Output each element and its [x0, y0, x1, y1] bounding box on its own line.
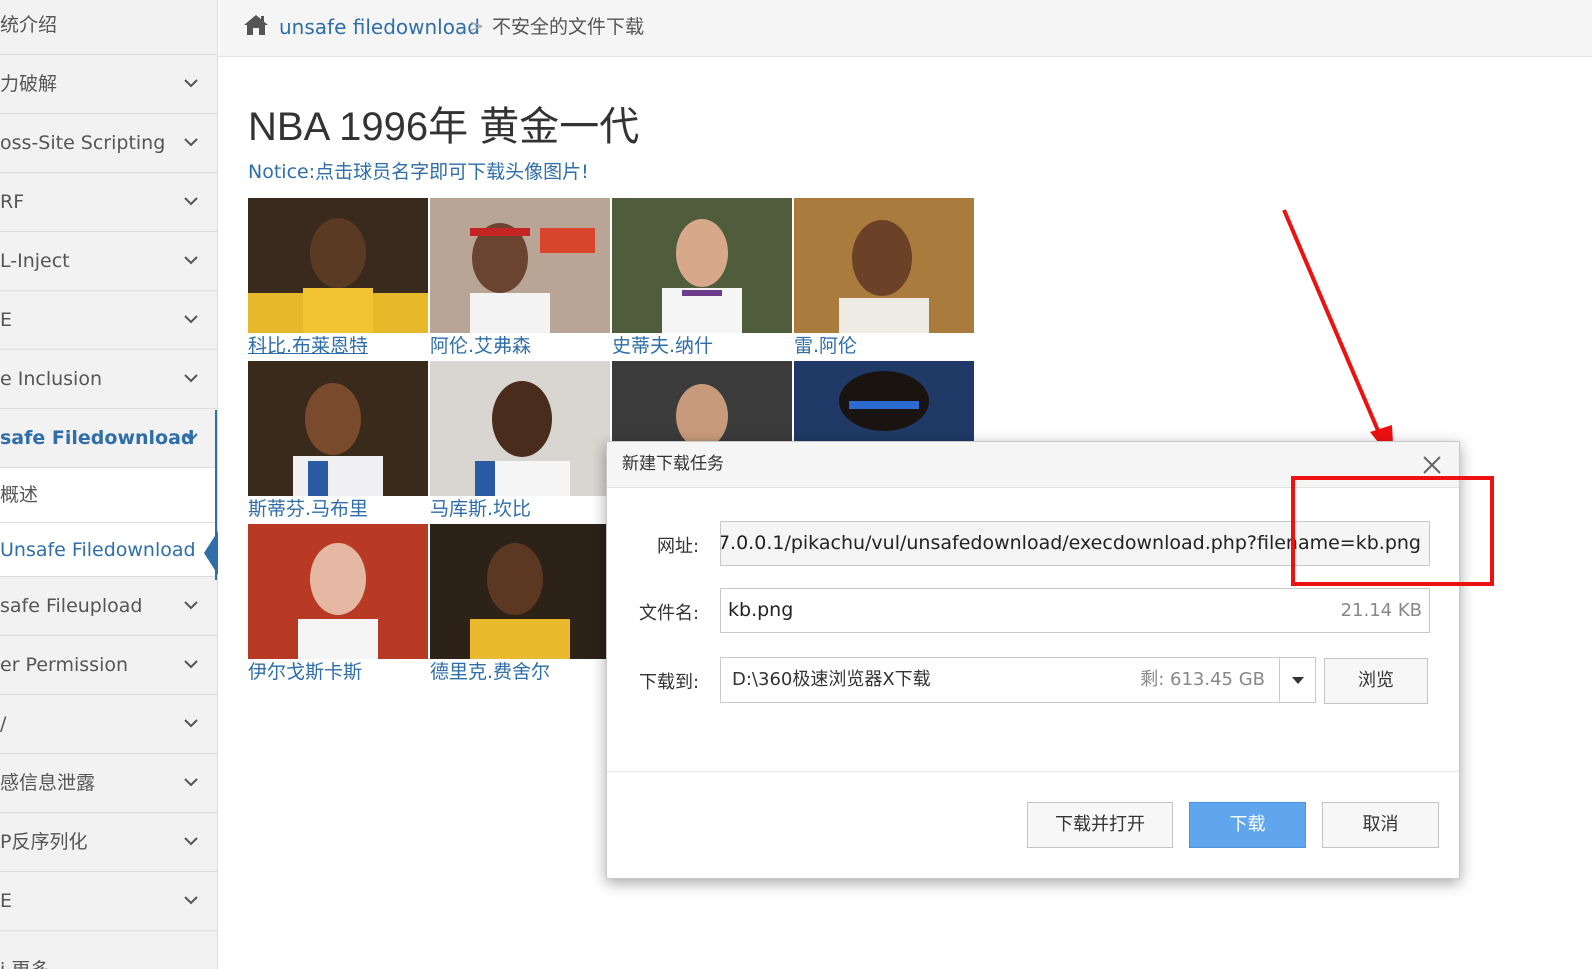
player-card: 阿伦.艾弗森 — [430, 198, 610, 359]
player-name-link[interactable]: 德里克.费舍尔 — [430, 659, 610, 685]
sidebar-item-over-permission[interactable]: er Permission — [0, 636, 217, 695]
breadcrumb-link[interactable]: unsafe filedownload — [279, 0, 480, 54]
chevron-down-icon — [184, 719, 198, 728]
chevron-down-icon — [184, 433, 198, 442]
home-icon[interactable] — [243, 13, 269, 37]
sidebar-item-label: safe Filedownload — [0, 427, 195, 449]
sidebar-item-label: Unsafe Filedownload — [0, 539, 196, 561]
page-title: NBA 1996年 黄金一代 — [248, 105, 640, 149]
sidebar-item-unsafe-filedownload[interactable]: safe Filedownload — [0, 409, 217, 468]
sidebar-item-xss[interactable]: oss-Site Scripting — [0, 114, 217, 173]
sidebar: 统介绍 力破解 oss-Site Scripting RF L-Inject E… — [0, 0, 218, 969]
download-button[interactable]: 下载 — [1189, 802, 1306, 848]
player-photo — [248, 361, 428, 496]
sidebar-item-dir[interactable]: / — [0, 695, 217, 754]
browse-button[interactable]: 浏览 — [1324, 658, 1428, 704]
dialog-divider — [607, 771, 1459, 772]
chevron-down-icon — [184, 601, 198, 610]
filename-value: kb.png — [728, 599, 794, 621]
player-card: 史蒂夫.纳什 — [612, 198, 792, 359]
breadcrumb: unsafe filedownload > 不安全的文件下载 — [219, 0, 1592, 57]
sidebar-item-label: E — [0, 309, 13, 331]
player-name-link[interactable]: 科比.布莱恩特 — [248, 333, 428, 359]
sidebar-item-label: 感信息泄露 — [0, 772, 96, 794]
player-photo — [248, 524, 428, 659]
player-photo — [430, 198, 610, 333]
player-card: 德里克.费舍尔 — [430, 524, 610, 685]
player-photo — [430, 361, 610, 496]
chevron-down-icon — [184, 778, 198, 787]
sidebar-item-label: E — [0, 890, 13, 912]
player-name-link[interactable]: 史蒂夫.纳什 — [612, 333, 792, 359]
sidebar-item-label: 力破解 — [0, 73, 58, 95]
sidebar-item-label: 统介绍 — [0, 14, 58, 36]
sidebar-item-label: i 更多 — [0, 941, 49, 969]
cancel-button[interactable]: 取消 — [1322, 802, 1439, 848]
sidebar-item-csrf[interactable]: RF — [0, 173, 217, 232]
chevron-down-icon — [184, 197, 198, 206]
sidebar-item-label: P反序列化 — [0, 831, 88, 853]
sidebar-item-unsafe-fileupload[interactable]: safe Fileupload — [0, 577, 217, 636]
close-icon[interactable] — [1421, 454, 1443, 476]
chevron-down-icon — [184, 660, 198, 669]
sidebar-item-label: oss-Site Scripting — [0, 132, 166, 154]
url-label: 网址: — [657, 536, 700, 557]
player-card: 雷.阿伦 — [794, 198, 974, 359]
player-card: 马库斯.坎比 — [430, 361, 610, 522]
filename-field[interactable]: kb.png 21.14 KB — [720, 588, 1430, 633]
download-and-open-button[interactable]: 下载并打开 — [1027, 802, 1173, 848]
annotation-highlight-box — [1291, 476, 1494, 586]
player-photo — [612, 198, 792, 333]
free-space: 剩: 613.45 GB — [1140, 669, 1265, 690]
player-name-link[interactable]: 伊尔戈斯卡斯 — [248, 659, 428, 685]
sidebar-item-more[interactable]: i 更多 — [0, 931, 217, 969]
chevron-down-icon — [184, 256, 198, 265]
sidebar-item-bruteforce[interactable]: 力破解 — [0, 55, 217, 114]
filename-label: 文件名: — [639, 603, 700, 624]
player-name-link[interactable]: 雷.阿伦 — [794, 333, 974, 359]
saveto-label: 下载到: — [639, 672, 700, 693]
notice-text: Notice:点击球员名字即可下载头像图片! — [248, 161, 589, 183]
chevron-down-icon — [184, 138, 198, 147]
saveto-field[interactable]: D:\360极速浏览器X下载 剩: 613.45 GB — [720, 657, 1280, 703]
chevron-down-icon — [184, 896, 198, 905]
sidebar-item-label: RF — [0, 191, 25, 213]
sidebar-item-label: er Permission — [0, 654, 129, 676]
player-card: 伊尔戈斯卡斯 — [248, 524, 428, 685]
player-photo — [248, 198, 428, 333]
chevron-down-icon — [184, 79, 198, 88]
sidebar-item-file-inclusion[interactable]: e Inclusion — [0, 350, 217, 409]
annotation-arrow — [1282, 209, 1394, 462]
saveto-value: D:\360极速浏览器X下载 — [732, 669, 931, 690]
dialog-title: 新建下载任务 — [622, 454, 724, 474]
sidebar-item-label: 概述 — [0, 484, 39, 506]
chevron-down-icon — [184, 837, 198, 846]
sidebar-item-label: e Inclusion — [0, 368, 102, 390]
sidebar-item-sqli[interactable]: L-Inject — [0, 232, 217, 291]
player-name-link[interactable]: 阿伦.艾弗森 — [430, 333, 610, 359]
player-photo — [430, 524, 610, 659]
sidebar-subitem-overview[interactable]: 概述 — [0, 468, 217, 523]
sidebar-item-intro[interactable]: 统介绍 — [0, 0, 217, 55]
sidebar-item-label: safe Fileupload — [0, 595, 143, 617]
player-name-link[interactable]: 马库斯.坎比 — [430, 496, 610, 522]
file-size: 21.14 KB — [1340, 600, 1422, 621]
sidebar-item-label: L-Inject — [0, 250, 70, 272]
sidebar-item-php-unserialize[interactable]: P反序列化 — [0, 813, 217, 872]
player-photo — [794, 198, 974, 333]
saveto-dropdown-button[interactable] — [1279, 657, 1316, 703]
sidebar-item-label: / — [0, 713, 7, 735]
chevron-down-icon — [184, 315, 198, 324]
sidebar-item-rce[interactable]: E — [0, 291, 217, 350]
sidebar-item-info-leak[interactable]: 感信息泄露 — [0, 754, 217, 813]
current-item-pointer — [204, 531, 218, 575]
player-name-link[interactable]: 斯蒂芬.马布里 — [248, 496, 428, 522]
breadcrumb-separator: > — [469, 16, 485, 37]
sidebar-item-xxe[interactable]: E — [0, 872, 217, 931]
breadcrumb-current: 不安全的文件下载 — [492, 16, 645, 38]
player-card: 科比.布莱恩特 — [248, 198, 428, 359]
chevron-down-icon — [184, 374, 198, 383]
sidebar-subitem-unsafe-filedownload[interactable]: Unsafe Filedownload — [0, 523, 217, 577]
player-card: 斯蒂芬.马布里 — [248, 361, 428, 522]
